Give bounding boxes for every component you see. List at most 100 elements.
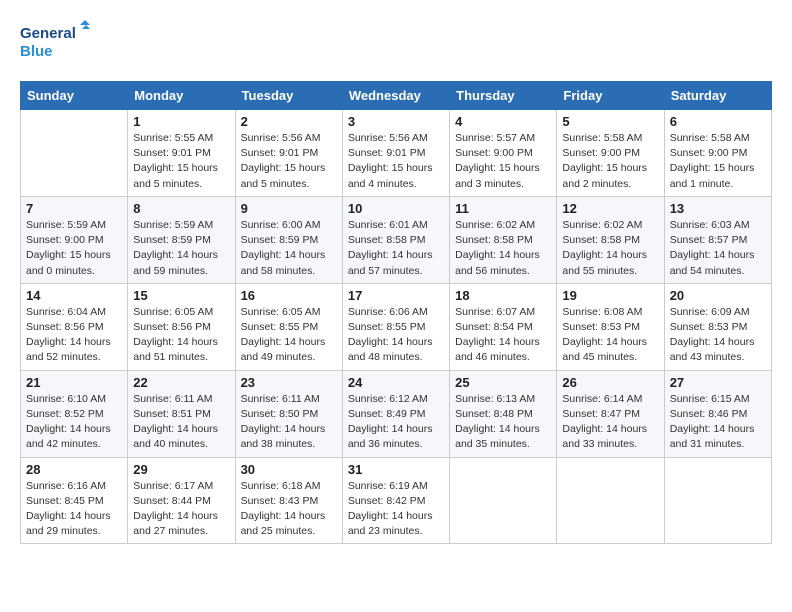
day-info: Sunrise: 5:58 AMSunset: 9:00 PMDaylight:…	[670, 131, 766, 192]
day-number: 24	[348, 375, 444, 390]
day-number: 6	[670, 114, 766, 129]
day-info: Sunrise: 6:11 AMSunset: 8:51 PMDaylight:…	[133, 392, 229, 453]
day-info: Sunrise: 6:06 AMSunset: 8:55 PMDaylight:…	[348, 305, 444, 366]
day-info: Sunrise: 6:02 AMSunset: 8:58 PMDaylight:…	[562, 218, 658, 279]
day-number: 21	[26, 375, 122, 390]
day-info: Sunrise: 5:56 AMSunset: 9:01 PMDaylight:…	[241, 131, 337, 192]
week-row-5: 28 Sunrise: 6:16 AMSunset: 8:45 PMDayligh…	[21, 457, 772, 544]
calendar-cell: 27 Sunrise: 6:15 AMSunset: 8:46 PMDayligh…	[664, 370, 771, 457]
calendar-cell: 7Sunrise: 5:59 AMSunset: 9:00 PMDaylight…	[21, 196, 128, 283]
day-info: Sunrise: 6:08 AMSunset: 8:53 PMDaylight:…	[562, 305, 658, 366]
day-number: 26	[562, 375, 658, 390]
day-info: Sunrise: 6:12 AMSunset: 8:49 PMDaylight:…	[348, 392, 444, 453]
day-info: Sunrise: 6:01 AMSunset: 8:58 PMDaylight:…	[348, 218, 444, 279]
calendar-cell: 16 Sunrise: 6:05 AMSunset: 8:55 PMDayligh…	[235, 283, 342, 370]
calendar-cell: 2 Sunrise: 5:56 AMSunset: 9:01 PMDaylight…	[235, 110, 342, 197]
calendar-cell: 23Sunrise: 6:11 AMSunset: 8:50 PMDayligh…	[235, 370, 342, 457]
calendar-cell: 29 Sunrise: 6:17 AMSunset: 8:44 PMDayligh…	[128, 457, 235, 544]
day-number: 8	[133, 201, 229, 216]
calendar-table: SundayMondayTuesdayWednesdayThursdayFrid…	[20, 81, 772, 544]
header-thursday: Thursday	[450, 82, 557, 110]
svg-text:General: General	[20, 25, 76, 42]
day-info: Sunrise: 6:04 AMSunset: 8:56 PMDaylight:…	[26, 305, 122, 366]
day-info: Sunrise: 6:03 AMSunset: 8:57 PMDaylight:…	[670, 218, 766, 279]
page-header: General Blue	[20, 20, 772, 65]
calendar-cell: 1 Sunrise: 5:55 AMSunset: 9:01 PMDaylight…	[128, 110, 235, 197]
week-row-2: 7Sunrise: 5:59 AMSunset: 9:00 PMDaylight…	[21, 196, 772, 283]
day-number: 22	[133, 375, 229, 390]
header-tuesday: Tuesday	[235, 82, 342, 110]
day-info: Sunrise: 5:58 AMSunset: 9:00 PMDaylight:…	[562, 131, 658, 192]
day-number: 11	[455, 201, 551, 216]
day-number: 28	[26, 462, 122, 477]
calendar-cell	[557, 457, 664, 544]
day-number: 9	[241, 201, 337, 216]
day-info: Sunrise: 5:59 AMSunset: 8:59 PMDaylight:…	[133, 218, 229, 279]
calendar-cell: 15 Sunrise: 6:05 AMSunset: 8:56 PMDayligh…	[128, 283, 235, 370]
day-number: 25	[455, 375, 551, 390]
svg-text:Blue: Blue	[20, 43, 53, 60]
day-number: 16	[241, 288, 337, 303]
calendar-cell: 19Sunrise: 6:08 AMSunset: 8:53 PMDayligh…	[557, 283, 664, 370]
calendar-cell: 30Sunrise: 6:18 AMSunset: 8:43 PMDayligh…	[235, 457, 342, 544]
header-saturday: Saturday	[664, 82, 771, 110]
day-info: Sunrise: 6:18 AMSunset: 8:43 PMDaylight:…	[241, 479, 337, 540]
day-info: Sunrise: 6:07 AMSunset: 8:54 PMDaylight:…	[455, 305, 551, 366]
day-info: Sunrise: 6:15 AMSunset: 8:46 PMDaylight:…	[670, 392, 766, 453]
day-info: Sunrise: 6:16 AMSunset: 8:45 PMDaylight:…	[26, 479, 122, 540]
day-info: Sunrise: 6:10 AMSunset: 8:52 PMDaylight:…	[26, 392, 122, 453]
day-info: Sunrise: 6:11 AMSunset: 8:50 PMDaylight:…	[241, 392, 337, 453]
day-number: 10	[348, 201, 444, 216]
day-info: Sunrise: 6:13 AMSunset: 8:48 PMDaylight:…	[455, 392, 551, 453]
calendar-cell: 8 Sunrise: 5:59 AMSunset: 8:59 PMDaylight…	[128, 196, 235, 283]
calendar-cell: 12Sunrise: 6:02 AMSunset: 8:58 PMDayligh…	[557, 196, 664, 283]
day-info: Sunrise: 6:02 AMSunset: 8:58 PMDaylight:…	[455, 218, 551, 279]
calendar-cell: 9 Sunrise: 6:00 AMSunset: 8:59 PMDaylight…	[235, 196, 342, 283]
day-number: 27	[670, 375, 766, 390]
calendar-cell: 3 Sunrise: 5:56 AMSunset: 9:01 PMDaylight…	[342, 110, 449, 197]
calendar-cell: 26 Sunrise: 6:14 AMSunset: 8:47 PMDayligh…	[557, 370, 664, 457]
day-number: 5	[562, 114, 658, 129]
calendar-cell: 28 Sunrise: 6:16 AMSunset: 8:45 PMDayligh…	[21, 457, 128, 544]
calendar-cell: 6 Sunrise: 5:58 AMSunset: 9:00 PMDaylight…	[664, 110, 771, 197]
day-number: 7	[26, 201, 122, 216]
calendar-cell	[664, 457, 771, 544]
logo-svg: General Blue	[20, 20, 90, 65]
calendar-cell: 11 Sunrise: 6:02 AMSunset: 8:58 PMDayligh…	[450, 196, 557, 283]
logo: General Blue	[20, 20, 90, 65]
week-row-3: 14Sunrise: 6:04 AMSunset: 8:56 PMDayligh…	[21, 283, 772, 370]
day-number: 1	[133, 114, 229, 129]
day-number: 29	[133, 462, 229, 477]
calendar-cell: 21 Sunrise: 6:10 AMSunset: 8:52 PMDayligh…	[21, 370, 128, 457]
calendar-cell: 22 Sunrise: 6:11 AMSunset: 8:51 PMDayligh…	[128, 370, 235, 457]
day-info: Sunrise: 6:17 AMSunset: 8:44 PMDaylight:…	[133, 479, 229, 540]
calendar-header-row: SundayMondayTuesdayWednesdayThursdayFrid…	[21, 82, 772, 110]
day-info: Sunrise: 6:00 AMSunset: 8:59 PMDaylight:…	[241, 218, 337, 279]
week-row-1: 1 Sunrise: 5:55 AMSunset: 9:01 PMDaylight…	[21, 110, 772, 197]
day-info: Sunrise: 5:55 AMSunset: 9:01 PMDaylight:…	[133, 131, 229, 192]
day-info: Sunrise: 6:05 AMSunset: 8:56 PMDaylight:…	[133, 305, 229, 366]
day-number: 2	[241, 114, 337, 129]
calendar-cell: 13 Sunrise: 6:03 AMSunset: 8:57 PMDayligh…	[664, 196, 771, 283]
day-info: Sunrise: 5:56 AMSunset: 9:01 PMDaylight:…	[348, 131, 444, 192]
day-number: 20	[670, 288, 766, 303]
calendar-cell	[450, 457, 557, 544]
calendar-cell: 24 Sunrise: 6:12 AMSunset: 8:49 PMDayligh…	[342, 370, 449, 457]
day-number: 3	[348, 114, 444, 129]
calendar-cell	[21, 110, 128, 197]
header-wednesday: Wednesday	[342, 82, 449, 110]
day-number: 4	[455, 114, 551, 129]
header-sunday: Sunday	[21, 82, 128, 110]
header-friday: Friday	[557, 82, 664, 110]
calendar-cell: 14Sunrise: 6:04 AMSunset: 8:56 PMDayligh…	[21, 283, 128, 370]
day-info: Sunrise: 6:09 AMSunset: 8:53 PMDaylight:…	[670, 305, 766, 366]
day-number: 17	[348, 288, 444, 303]
week-row-4: 21 Sunrise: 6:10 AMSunset: 8:52 PMDayligh…	[21, 370, 772, 457]
calendar-cell: 4Sunrise: 5:57 AMSunset: 9:00 PMDaylight…	[450, 110, 557, 197]
calendar-cell: 10 Sunrise: 6:01 AMSunset: 8:58 PMDayligh…	[342, 196, 449, 283]
day-info: Sunrise: 6:05 AMSunset: 8:55 PMDaylight:…	[241, 305, 337, 366]
day-info: Sunrise: 6:14 AMSunset: 8:47 PMDaylight:…	[562, 392, 658, 453]
day-number: 15	[133, 288, 229, 303]
day-number: 13	[670, 201, 766, 216]
calendar-cell: 25 Sunrise: 6:13 AMSunset: 8:48 PMDayligh…	[450, 370, 557, 457]
